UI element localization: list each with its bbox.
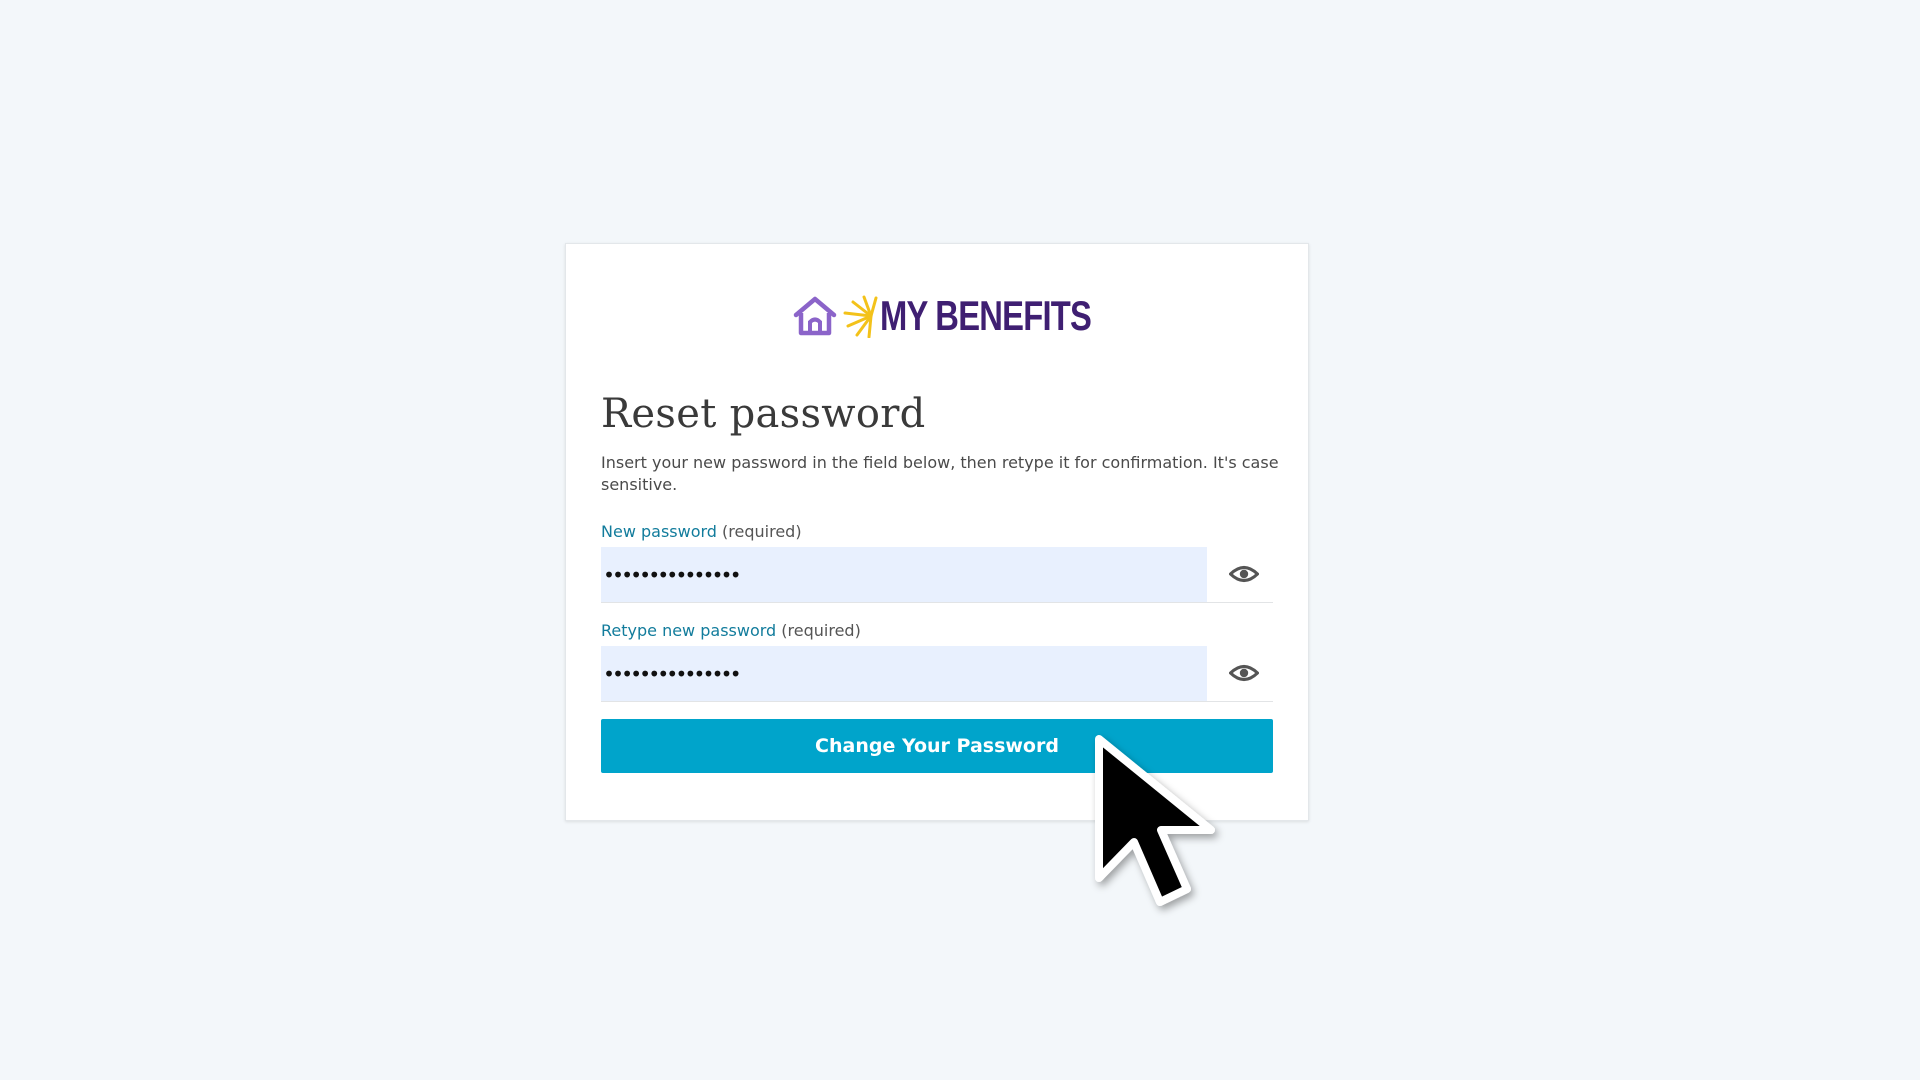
new-password-label: New password (required) [601, 521, 802, 543]
retype-password-label: Retype new password (required) [601, 620, 861, 642]
required-indicator: (required) [781, 621, 861, 640]
sparkle-icon [843, 295, 878, 338]
eye-icon[interactable] [1229, 562, 1259, 586]
eye-icon[interactable] [1229, 661, 1259, 685]
required-indicator: (required) [722, 522, 802, 541]
my-benefits-logo: MY BENEFITS [792, 290, 1151, 342]
retype-password-input[interactable] [601, 646, 1207, 701]
reset-password-card: MY BENEFITS Reset password Insert your n… [565, 243, 1309, 821]
retype-password-label-text: Retype new password [601, 621, 777, 640]
new-password-row [601, 547, 1273, 603]
change-password-button[interactable]: Change Your Password [601, 719, 1273, 773]
page-title: Reset password [601, 391, 926, 437]
new-password-label-text: New password [601, 522, 717, 541]
house-icon [793, 296, 837, 336]
retype-password-row [601, 646, 1273, 702]
brand-name: MY BENEFITS [880, 292, 1092, 339]
page-description: Insert your new password in the field be… [601, 453, 1279, 494]
new-password-input[interactable] [601, 547, 1207, 602]
